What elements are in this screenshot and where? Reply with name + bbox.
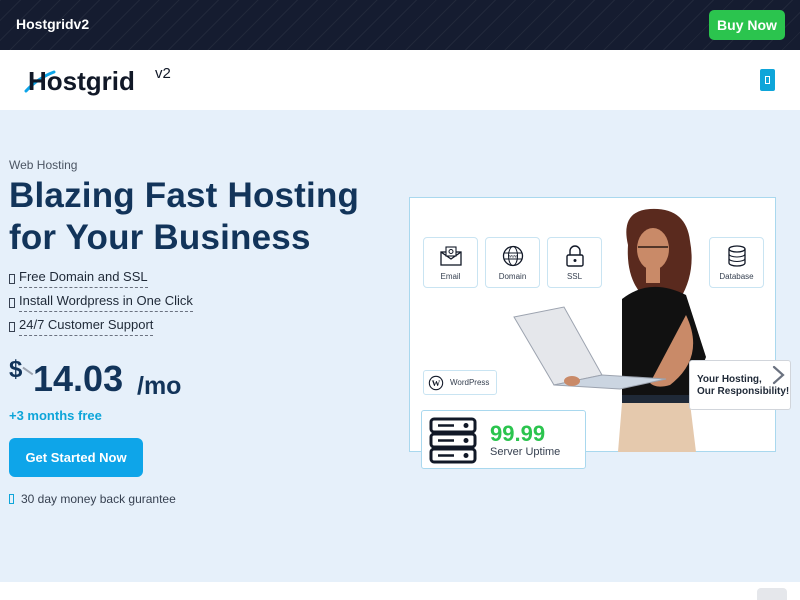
- slogan-line-2: Our Responsibility!: [697, 386, 790, 397]
- get-started-button[interactable]: Get Started Now: [9, 438, 143, 477]
- headline-line-2: for Your Business: [9, 218, 311, 257]
- guarantee-text: 30 day money back gurantee: [21, 492, 176, 506]
- navbar: Hostgrid v2: [0, 50, 800, 110]
- hero-eyebrow: Web Hosting: [9, 158, 78, 172]
- svg-text:Hostgrid: Hostgrid: [28, 66, 135, 96]
- wordpress-icon: W: [428, 375, 444, 390]
- feature-item: Install Wordpress in One Click: [9, 293, 193, 312]
- price-currency: $: [9, 356, 23, 383]
- menu-toggle-button[interactable]: [760, 69, 775, 91]
- bonus-text: +3 months free: [9, 408, 102, 423]
- server-icon: [429, 417, 477, 464]
- price-amount: 14.03: [33, 358, 124, 399]
- menu-icon: [765, 76, 770, 84]
- database-label: Database: [719, 272, 754, 281]
- check-icon: [9, 273, 15, 284]
- price-period: /mo: [137, 372, 182, 400]
- wordpress-badge: W WordPress: [423, 370, 497, 395]
- feature-item: Free Domain and SSL: [9, 269, 148, 288]
- email-card: Email: [423, 237, 478, 288]
- chevron-right-icon[interactable]: [770, 365, 786, 385]
- check-icon: [9, 297, 15, 308]
- top-bar: Hostgridv2 Buy Now: [0, 0, 800, 50]
- svg-text:W: W: [432, 378, 441, 388]
- hosting-person-image: [513, 208, 706, 452]
- scroll-to-top-button[interactable]: [757, 588, 787, 600]
- email-label: Email: [440, 272, 461, 281]
- site-logo[interactable]: Hostgrid v2: [24, 60, 184, 100]
- hero-headline: Blazing Fast Hosting for Your Business: [9, 175, 359, 259]
- bottom-strip: [0, 582, 800, 600]
- feature-label: Install Wordpress in One Click: [19, 293, 193, 312]
- check-icon: [9, 321, 15, 332]
- headline-line-1: Blazing Fast Hosting: [9, 176, 360, 215]
- wordpress-label: WordPress: [450, 378, 490, 387]
- top-brand[interactable]: Hostgridv2: [16, 16, 89, 32]
- feature-label: 24/7 Customer Support: [19, 317, 154, 336]
- guarantee-note: 30 day money back gurantee: [9, 492, 176, 506]
- buy-now-button[interactable]: Buy Now: [709, 10, 785, 40]
- slogan-bubble: Your Hosting, Our Responsibility!: [689, 360, 791, 410]
- feature-item: 24/7 Customer Support: [9, 317, 154, 336]
- feature-label: Free Domain and SSL: [19, 269, 148, 288]
- database-icon: [727, 245, 746, 267]
- database-card: Database: [709, 237, 764, 288]
- svg-text:v2: v2: [155, 65, 171, 82]
- email-icon: [439, 246, 462, 266]
- shield-icon: [9, 494, 14, 504]
